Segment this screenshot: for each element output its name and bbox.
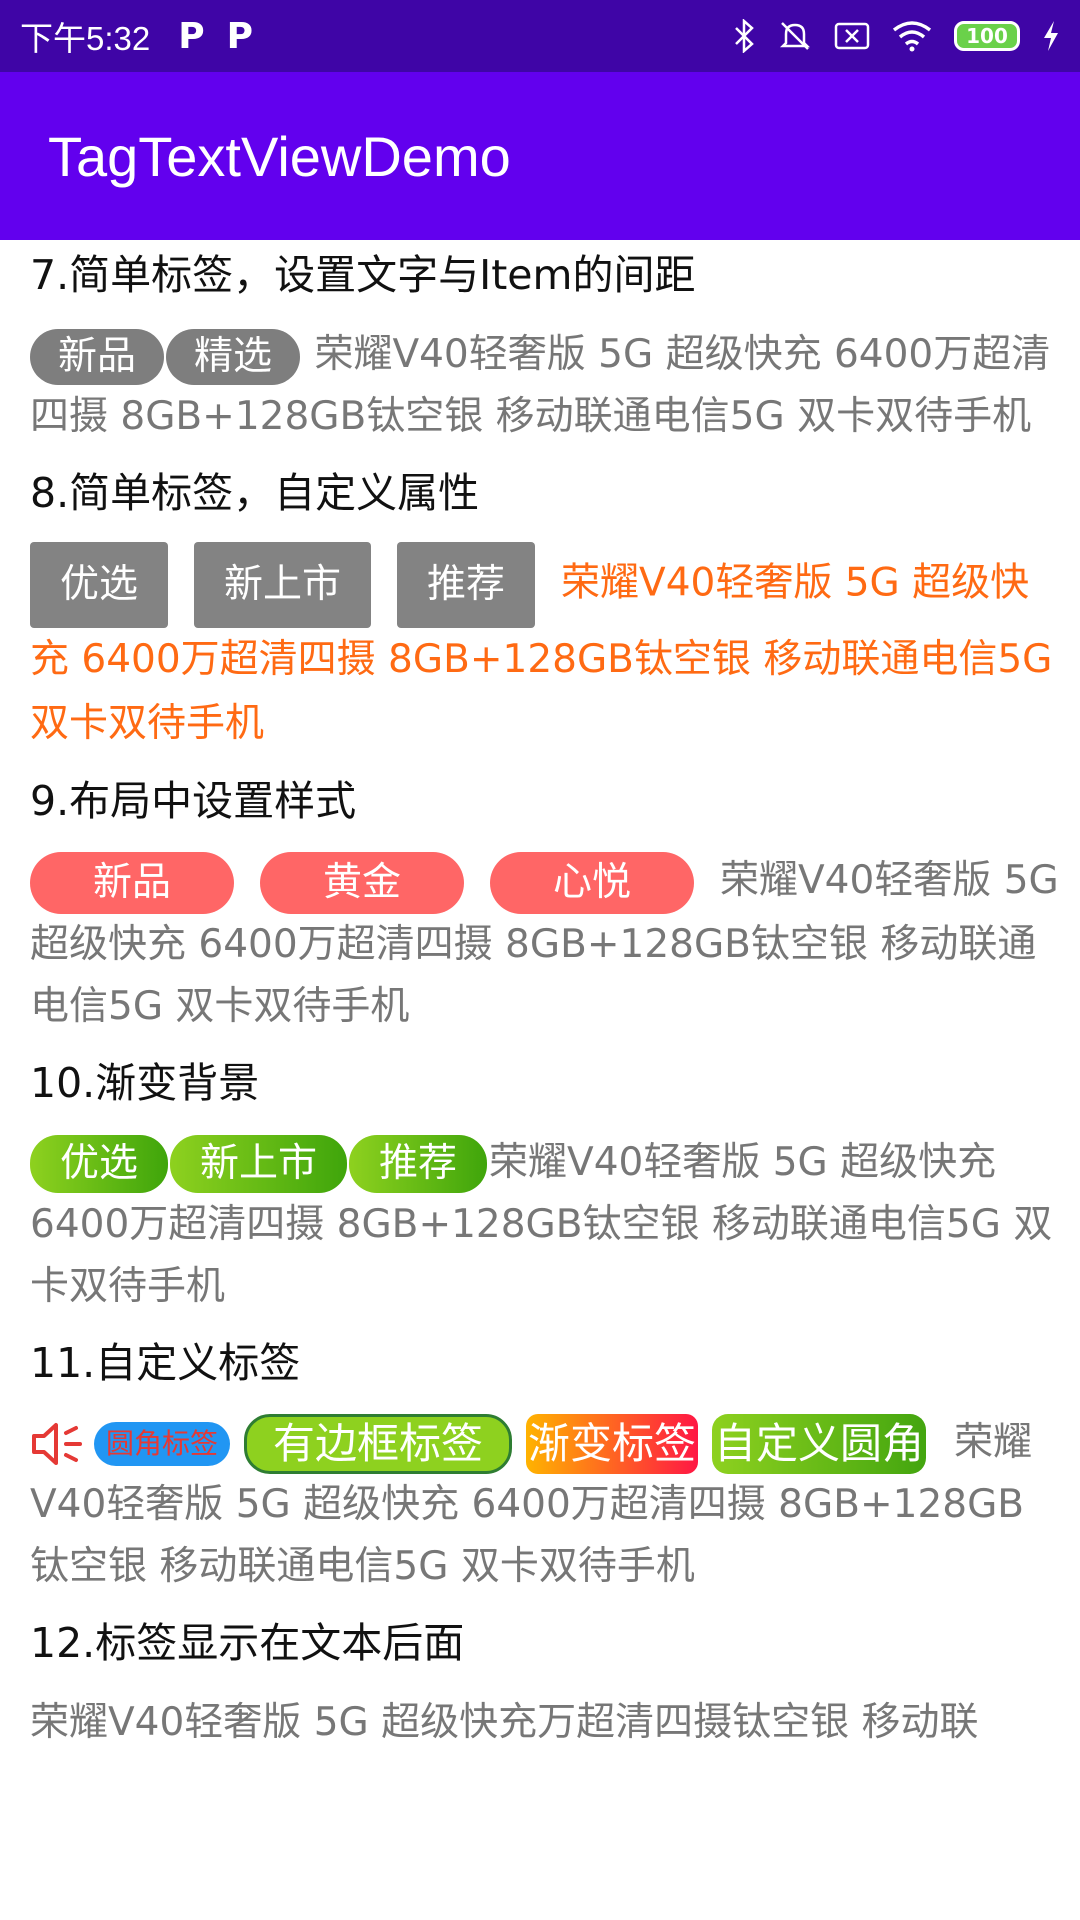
scroll-content[interactable]: 7.简单标签，设置文字与Item的间距 新品 精选 荣耀V40轻奢版 5G 超级快… bbox=[30, 240, 1060, 1920]
charging-icon bbox=[1044, 21, 1058, 51]
tag: 新上市 bbox=[194, 542, 372, 628]
tag: 优选 bbox=[30, 1135, 169, 1193]
section-title: 9.布局中设置样式 bbox=[30, 777, 357, 825]
tag: 有边框标签 bbox=[244, 1414, 513, 1474]
tag: 黄金 bbox=[260, 851, 464, 914]
section-title: 11.自定义标签 bbox=[30, 1338, 301, 1387]
tag: 推荐 bbox=[397, 542, 536, 628]
tag-text-10: 优选 新上市 推荐 荣耀V40轻奢版 5G 超级快充 6400万超清四摄 8GB+12… bbox=[30, 1132, 1060, 1318]
bluetooth-icon bbox=[735, 19, 754, 53]
tag: 新品 bbox=[30, 851, 234, 914]
tag: 优选 bbox=[30, 542, 169, 628]
tag: 渐变标签 bbox=[526, 1414, 699, 1474]
sim-icon bbox=[834, 22, 870, 50]
status-bar: 下午5:32 P P 100 bbox=[0, 0, 1080, 72]
tag-text-8: 优选 新上市 推荐 荣耀V40轻奢版 5G 超级快充 6400万超清四摄 8GB+12… bbox=[30, 542, 1060, 756]
status-time: 下午5:32 bbox=[20, 20, 151, 57]
tag: 新上市 bbox=[170, 1135, 348, 1193]
app-title: TagTextViewDemo bbox=[48, 124, 511, 188]
section-title: 12.标签显示在文本后面 bbox=[30, 1619, 465, 1667]
app-bar: TagTextViewDemo bbox=[0, 72, 1080, 240]
tag: 精选 bbox=[166, 328, 301, 385]
parking-icon: P bbox=[178, 15, 205, 57]
battery-level: 100 bbox=[966, 24, 1008, 48]
product-text: 荣耀V40轻奢版 5G 超级快充 6400万超清四摄 8GB+128GB钛空银 … bbox=[30, 560, 1053, 747]
section-title: 10.渐变背景 bbox=[30, 1058, 260, 1107]
tag: 新品 bbox=[30, 328, 165, 385]
section-title: 8.简单标签，自定义属性 bbox=[30, 469, 480, 517]
product-text: 荣耀V40轻奢版 5G 超级快充万超清四摄钛空银 移动联 bbox=[30, 1700, 979, 1745]
wifi-icon bbox=[892, 21, 932, 52]
speaker-icon bbox=[32, 1423, 82, 1465]
tag-text-12: 荣耀V40轻奢版 5G 超级快充万超清四摄钛空银 移动联 bbox=[30, 1692, 1060, 1754]
tag-text-11: 圆角标签 有边框标签 渐变标签 自定义圆角 荣耀V40轻奢版 5G 超级快充 6400万… bbox=[30, 1412, 1060, 1599]
parking-icon: P bbox=[226, 15, 254, 57]
tag-text-9: 新品 黄金 心悦 荣耀V40轻奢版 5G 超级快充 6400万超清四摄 8GB+128… bbox=[30, 850, 1060, 1038]
section-title: 7.简单标签，设置文字与Item的间距 bbox=[30, 251, 696, 299]
battery-icon: 100 bbox=[954, 21, 1020, 51]
tag: 自定义圆角 bbox=[712, 1414, 927, 1474]
tag: 圆角标签 bbox=[94, 1422, 231, 1466]
tag: 推荐 bbox=[349, 1135, 488, 1193]
tag-text-7: 新品 精选 荣耀V40轻奢版 5G 超级快充 6400万超清四摄 8GB+128G… bbox=[30, 324, 1060, 448]
tag: 心悦 bbox=[490, 851, 694, 914]
mute-icon bbox=[779, 22, 811, 50]
